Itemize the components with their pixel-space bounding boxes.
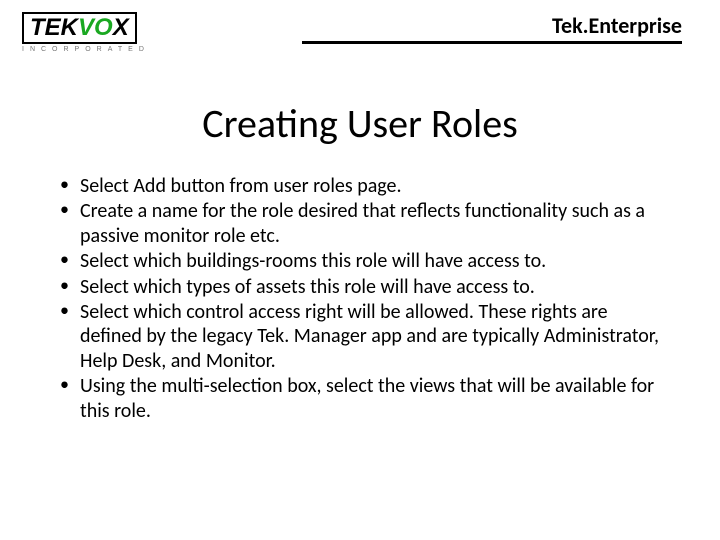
slide-header: TEKVOX INCORPORATED Tek.Enterprise: [0, 0, 720, 53]
bullet-item: Select which types of assets this role w…: [56, 275, 664, 299]
bullet-item: Using the multi-selection box, select th…: [56, 374, 664, 423]
logo-text-x: X: [113, 14, 129, 41]
slide-title: Creating User Roles: [0, 99, 720, 148]
slide-content: Select Add button from user roles page. …: [0, 174, 720, 423]
bullet-list: Select Add button from user roles page. …: [56, 174, 664, 423]
bullet-item: Create a name for the role desired that …: [56, 199, 664, 248]
product-name: Tek.Enterprise: [152, 12, 690, 39]
tekvox-logo: TEKVOX INCORPORATED: [22, 12, 152, 53]
bullet-item: Select which control access right will b…: [56, 300, 664, 373]
bullet-item: Select which buildings-rooms this role w…: [56, 249, 664, 273]
logo-subtext: INCORPORATED: [22, 46, 152, 53]
bullet-item: Select Add button from user roles page.: [56, 174, 664, 198]
logo-text-vo: VO: [78, 14, 113, 41]
header-divider: [302, 41, 682, 44]
logo-text-tek: TEK: [30, 14, 78, 41]
